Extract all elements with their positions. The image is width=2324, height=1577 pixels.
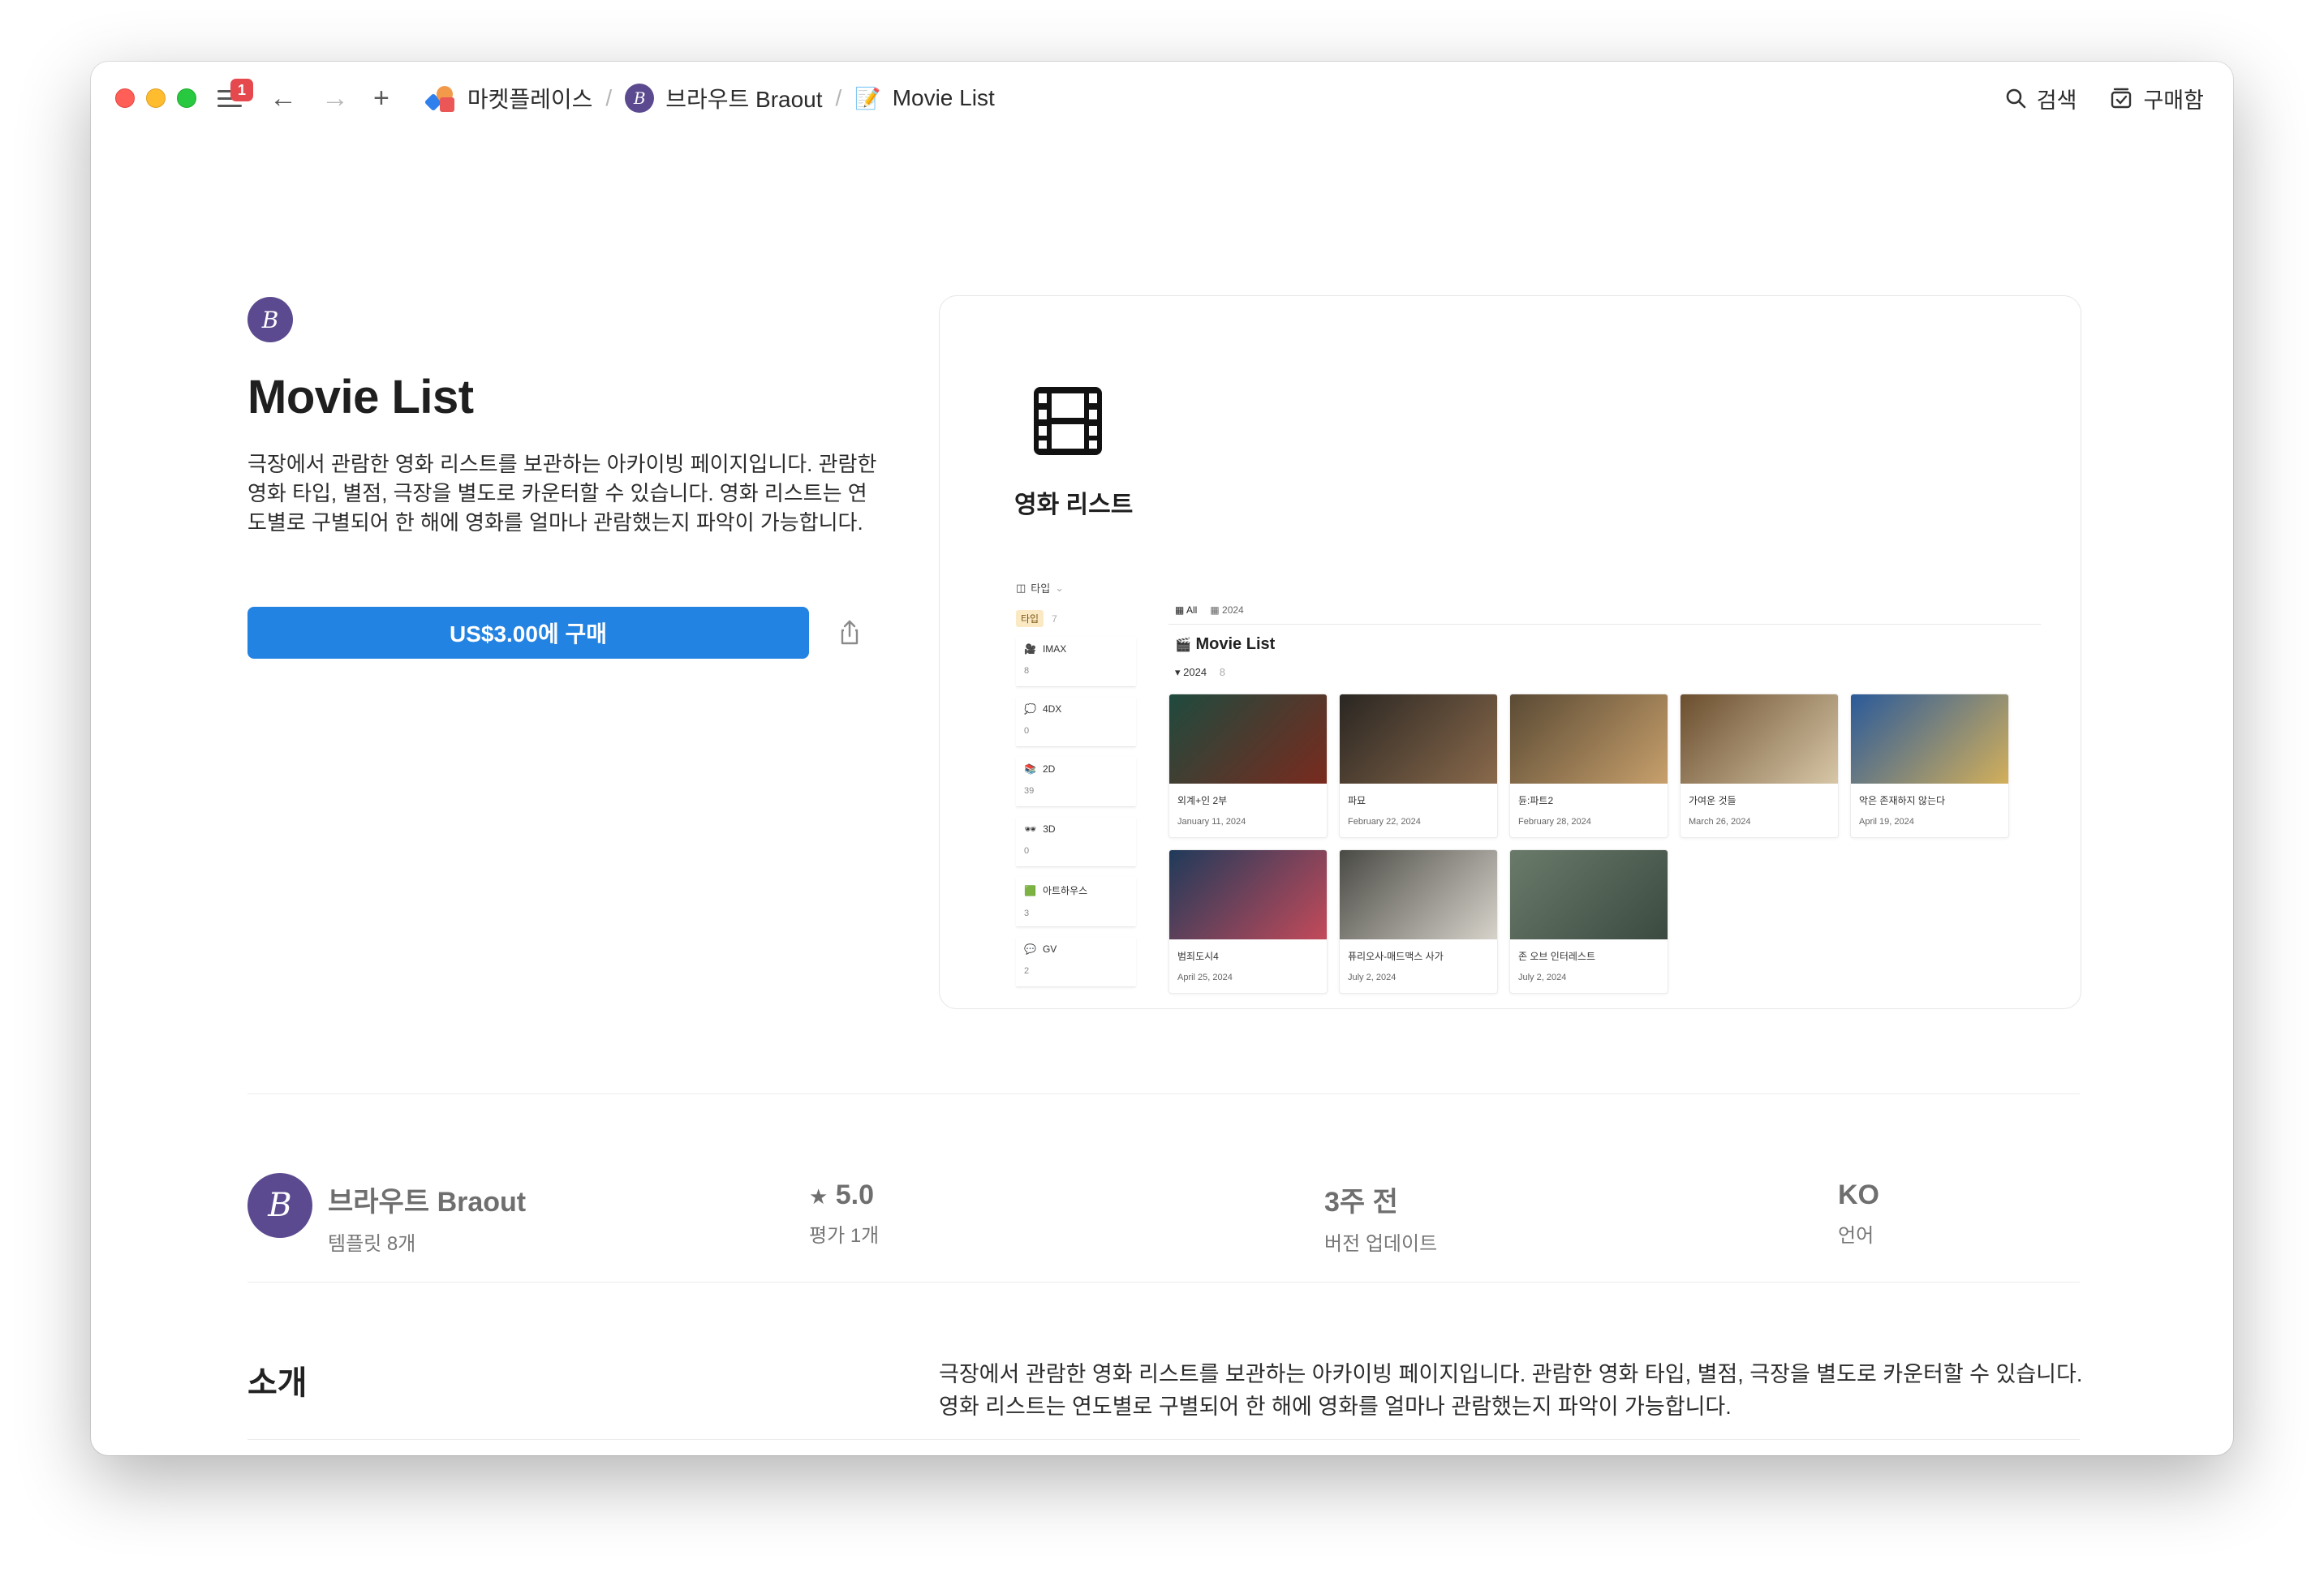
preview-sidebar-chip: 타입 7 [1016,610,1136,627]
preview-sidebar-item: 📚 2D 39 [1016,757,1136,807]
maximize-window-button[interactable] [177,88,196,108]
movie-card: 외계+인 2부 January 11, 2024 [1168,694,1328,838]
breadcrumb: 마켓플레이스 / B 브라우트 Braout / 📝 Movie List [424,82,995,114]
close-window-button[interactable] [115,88,135,108]
movie-card: 존 오브 인터레스트 July 2, 2024 [1509,849,1668,994]
movie-poster-image [1340,694,1497,784]
template-preview[interactable]: 영화 리스트 ◫ 타입 ⌄ 타입 7 🎥 IMAX 8 💭 4DX 0 📚 2D 39 🕶 3D 0 🟩… [939,295,2081,1009]
breadcrumb-creator[interactable]: B 브라우트 Braout [625,82,823,114]
breadcrumb-separator: / [605,85,613,110]
type-icon: 🕶 [1024,823,1037,835]
purchases-icon [2111,88,2132,109]
preview-database-title: 🎬 Movie List [1175,635,1276,653]
window-controls [115,88,196,108]
movie-poster-image [1681,694,1838,784]
preview-page-title: 영화 리스트 [1014,492,1134,518]
preview-sidebar-item: 💬 GV 2 [1016,937,1136,987]
forward-button[interactable]: → [321,84,349,112]
search-button[interactable]: 검색 [2004,83,2077,114]
breadcrumb-separator: / [835,85,842,110]
preview-sidebar-item: 💭 4DX 0 [1016,697,1136,747]
type-icon: 🎥 [1024,643,1036,655]
preview-sidebar-header: ◫ 타입 ⌄ [1016,581,1065,595]
breadcrumb-current-page[interactable]: 📝 Movie List [854,85,994,111]
movie-card: 퓨리오사-매드맥스 사가 July 2, 2024 [1339,849,1498,994]
back-button[interactable]: ← [269,84,297,112]
app-window: 1 ← → + 마켓플레이스 / B 브라우트 Braout / 📝 Movie… [91,62,2233,1455]
movie-poster-image [1169,850,1327,939]
preview-sidebar-item: 🟩 아트하우스 3 [1016,877,1136,927]
type-icon: 💭 [1024,703,1036,715]
clapper-icon: 🎬 [1175,638,1191,652]
movie-poster-image [1510,694,1668,784]
creator-avatar-icon: B [625,84,655,113]
preview-sidebar-item: 🎥 IMAX 8 [1016,637,1136,687]
divider [247,1439,2080,1440]
preview-group-header: ▾ 2024 8 [1175,666,1225,678]
preview-tab-2024: ▦ 2024 [1210,604,1244,616]
chevron-down-icon: ⌄ [1055,581,1065,594]
preview-gallery: 외계+인 2부 January 11, 2024 파묘 February 22, 20… [1168,694,2009,994]
memo-icon: 📝 [854,85,881,110]
product-description: 극장에서 관람한 영화 리스트를 보관하는 아카이빙 페이지입니다. 관람한 영… [247,452,877,535]
film-icon [1034,387,1102,455]
rating-stat: ★ 5.0 평가 1개 [809,1180,880,1247]
preview-type-sidebar: ◫ 타입 ⌄ 타입 7 🎥 IMAX 8 💭 4DX 0 📚 2D 39 🕶 3D 0 🟩 아트하우스 3 💬… [1016,580,1136,987]
share-icon [841,620,859,645]
marketplace-icon [424,84,456,112]
page-title: Movie List [247,371,474,423]
type-icon: 🟩 [1024,884,1036,896]
creator-template-count: 템플릿 8개 [328,1233,416,1255]
sidebar-toggle-button[interactable]: 1 [217,79,253,110]
star-icon: ★ [809,1184,828,1209]
movie-card: 가여운 것들 March 26, 2024 [1680,694,1839,838]
purchases-button[interactable]: 구매함 [2109,83,2204,114]
preview-view-tabs: ▦ All ▦ 2024 [1175,604,1244,616]
search-icon [2006,88,2026,109]
table-icon: ◫ [1016,581,1026,594]
top-actions: 검색 구매함 [2004,83,2204,114]
share-button[interactable] [833,617,866,649]
preview-tab-all: ▦ All [1175,604,1198,616]
title-bar: 1 ← → + 마켓플레이스 / B 브라우트 Braout / 📝 Movie… [91,62,2233,135]
divider [1168,624,2041,625]
updated-stat: 3주 전 버전 업데이트 [1324,1187,1438,1255]
movie-poster-image [1169,694,1327,784]
language-stat: KO 언어 [1838,1180,1879,1247]
creator-name: 브라우트 Braout [328,1187,527,1218]
creator-profile-avatar[interactable]: B [247,1173,312,1238]
movie-poster-image [1340,850,1497,939]
new-page-button[interactable]: + [373,84,389,112]
creator-avatar[interactable]: B [247,297,293,342]
movie-card: 악은 존재하지 않는다 April 19, 2024 [1850,694,2009,838]
notification-badge: 1 [230,79,253,101]
intro-heading: 소개 [247,1365,308,1401]
divider [247,1282,2080,1283]
movie-poster-image [1510,850,1668,939]
movie-card: 범죄도시4 April 25, 2024 [1168,849,1328,994]
preview-sidebar-item: 🕶 3D 0 [1016,817,1136,867]
type-icon: 💬 [1024,943,1036,955]
intro-text: 극장에서 관람한 영화 리스트를 보관하는 아카이빙 페이지입니다. 관람한 영… [939,1362,2083,1419]
minimize-window-button[interactable] [146,88,166,108]
movie-card: 파묘 February 22, 2024 [1339,694,1498,838]
creator-stat[interactable]: 브라우트 Braout 템플릿 8개 [328,1180,526,1256]
movie-poster-image [1851,694,2008,784]
breadcrumb-marketplace[interactable]: 마켓플레이스 [424,82,592,114]
movie-card: 듄:파트2 February 28, 2024 [1509,694,1668,838]
type-icon: 📚 [1024,763,1036,775]
buy-button[interactable]: US$3.00에 구매 [247,607,809,659]
